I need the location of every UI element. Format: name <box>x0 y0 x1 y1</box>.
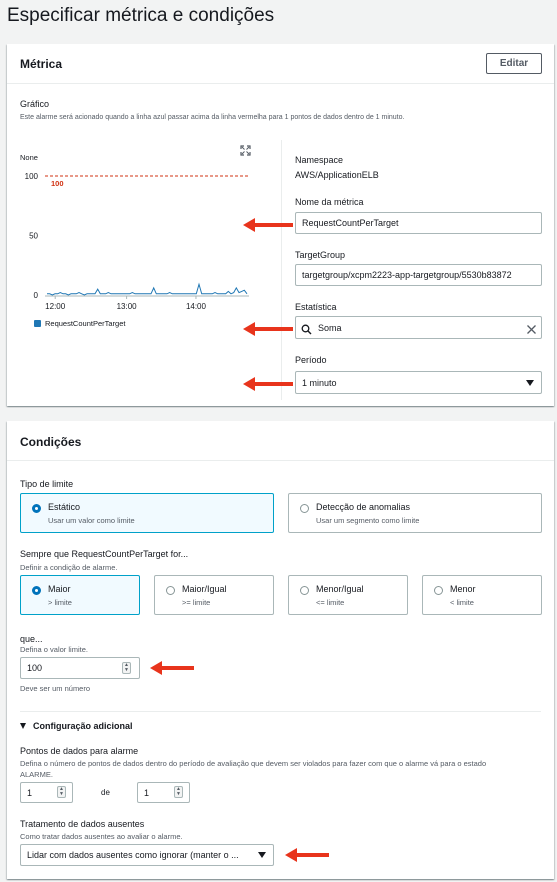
anomaly-radio[interactable] <box>300 504 309 513</box>
chevron-down-icon <box>526 380 534 386</box>
statistic-value: Soma <box>318 322 342 333</box>
y-tick-label: 100 <box>25 172 39 181</box>
x-tick-label: 13:00 <box>117 302 138 311</box>
datapoints-desc-2: ALARME. <box>20 770 53 779</box>
annotation-arrow-threshold <box>150 661 194 675</box>
additional-config-toggle[interactable]: Configuração adicional <box>33 721 133 731</box>
than-label: que... <box>20 634 43 644</box>
greater-equal-desc: >= limite <box>182 598 211 607</box>
of-label: de <box>101 788 110 797</box>
period-value: 1 minuto <box>302 377 337 388</box>
greater-desc: > limite <box>48 598 72 607</box>
target-group-field[interactable]: targetgroup/xcpm2223-app-targetgroup/553… <box>295 264 542 286</box>
search-icon <box>301 322 312 335</box>
y-tick-label: 0 <box>34 291 39 300</box>
missing-data-desc: Como tratar dados ausentes ao avaliar o … <box>20 832 183 841</box>
anomaly-desc: Usar um segmento como limite <box>316 516 420 525</box>
metric-section-title: Métrica <box>20 57 63 71</box>
greater-equal-radio[interactable] <box>166 586 175 595</box>
greater-radio[interactable] <box>32 586 41 595</box>
conditions-section-title: Condições <box>20 435 82 449</box>
metric-name-label: Nome da métrica <box>295 197 364 207</box>
annotation-arrow-statistic <box>243 322 293 336</box>
vertical-divider <box>281 140 282 400</box>
whenever-label: Sempre que RequestCountPerTarget for... <box>20 549 189 559</box>
metric-chart: None 100 50 0 12:00 13:00 14:00 100 <box>20 153 249 311</box>
static-desc: Usar um valor como limite <box>48 516 135 525</box>
less-equal-radio[interactable] <box>300 586 309 595</box>
anomaly-option[interactable]: Detecção de anomalias Usar um segmento c… <box>288 493 542 533</box>
less-desc: < limite <box>450 598 474 607</box>
missing-data-value: Lidar com dados ausentes como ignorar (m… <box>27 850 239 860</box>
namespace-label: Namespace <box>295 155 344 165</box>
target-group-label: TargetGroup <box>295 250 346 260</box>
statistic-label: Estatística <box>295 302 337 312</box>
x-tick-label: 12:00 <box>45 302 66 311</box>
greater-equal-title: Maior/Igual <box>182 584 227 594</box>
datapoints-stepper[interactable]: ▲ ▼ <box>57 786 66 798</box>
less-radio[interactable] <box>434 586 443 595</box>
divider <box>20 711 541 712</box>
static-option[interactable]: Estático Usar um valor como limite <box>20 493 274 533</box>
annotation-arrow-metric-name <box>243 218 293 232</box>
period-label: Período <box>295 355 327 365</box>
less-equal-desc: <= limite <box>316 598 345 607</box>
legend-swatch <box>34 320 41 327</box>
threshold-type-label: Tipo de limite <box>20 479 74 489</box>
threshold-stepper[interactable]: ▲ ▼ <box>122 662 131 674</box>
namespace-value: AWS/ApplicationELB <box>295 170 379 180</box>
option-less[interactable]: Menor < limite <box>422 575 542 615</box>
graph-description: Este alarme será acionado quando a linha… <box>20 114 405 121</box>
threshold-label: 100 <box>51 179 64 188</box>
static-radio[interactable] <box>32 504 41 513</box>
whenever-desc: Definir a condição de alarme. <box>20 563 118 572</box>
period-select[interactable]: 1 minuto <box>295 371 542 394</box>
legend-series-label: RequestCountPerTarget <box>45 319 126 328</box>
metric-name-field[interactable]: RequestCountPerTarget <box>295 212 542 234</box>
missing-data-label: Tratamento de dados ausentes <box>20 819 145 829</box>
threshold-hint: Deve ser um número <box>20 684 91 693</box>
option-greater-equal[interactable]: Maior/Igual >= limite <box>154 575 274 615</box>
edit-button[interactable]: Editar <box>486 53 542 74</box>
x-tick-label: 14:00 <box>186 302 207 311</box>
clear-icon[interactable] <box>526 322 537 334</box>
datapoints-label: Pontos de dados para alarme <box>20 746 139 756</box>
annotation-arrow-missing-data <box>285 848 329 862</box>
y-tick-label: 50 <box>29 232 38 241</box>
statistic-search-input[interactable]: Soma <box>295 316 542 339</box>
metric-panel-header: Métrica Editar <box>7 44 554 84</box>
missing-data-select[interactable]: Lidar com dados ausentes como ignorar (m… <box>20 844 274 866</box>
y-unit-label: None <box>20 153 38 162</box>
caret-down-icon[interactable] <box>20 723 26 729</box>
series-line <box>47 282 248 296</box>
evaluation-stepper[interactable]: ▲ ▼ <box>174 786 183 798</box>
datapoints-desc-1: Defina o número de pontos de dados dentr… <box>20 759 487 768</box>
conditions-panel-header: Condições <box>7 421 554 461</box>
greater-title: Maior <box>48 584 71 594</box>
graph-label: Gráfico <box>20 99 50 109</box>
chevron-down-icon <box>258 852 266 858</box>
option-less-equal[interactable]: Menor/Igual <= limite <box>288 575 408 615</box>
than-desc: Defina o valor limite. <box>20 645 88 654</box>
less-title: Menor <box>450 584 476 594</box>
static-title: Estático <box>48 502 81 512</box>
page-title: Especificar métrica e condições <box>7 5 275 26</box>
anomaly-title: Detecção de anomalias <box>316 502 411 512</box>
less-equal-title: Menor/Igual <box>316 584 364 594</box>
option-greater[interactable]: Maior > limite <box>20 575 140 615</box>
conditions-panel: Condições Tipo de limite Estático Usar u… <box>7 421 554 879</box>
annotation-arrow-period <box>243 377 293 391</box>
